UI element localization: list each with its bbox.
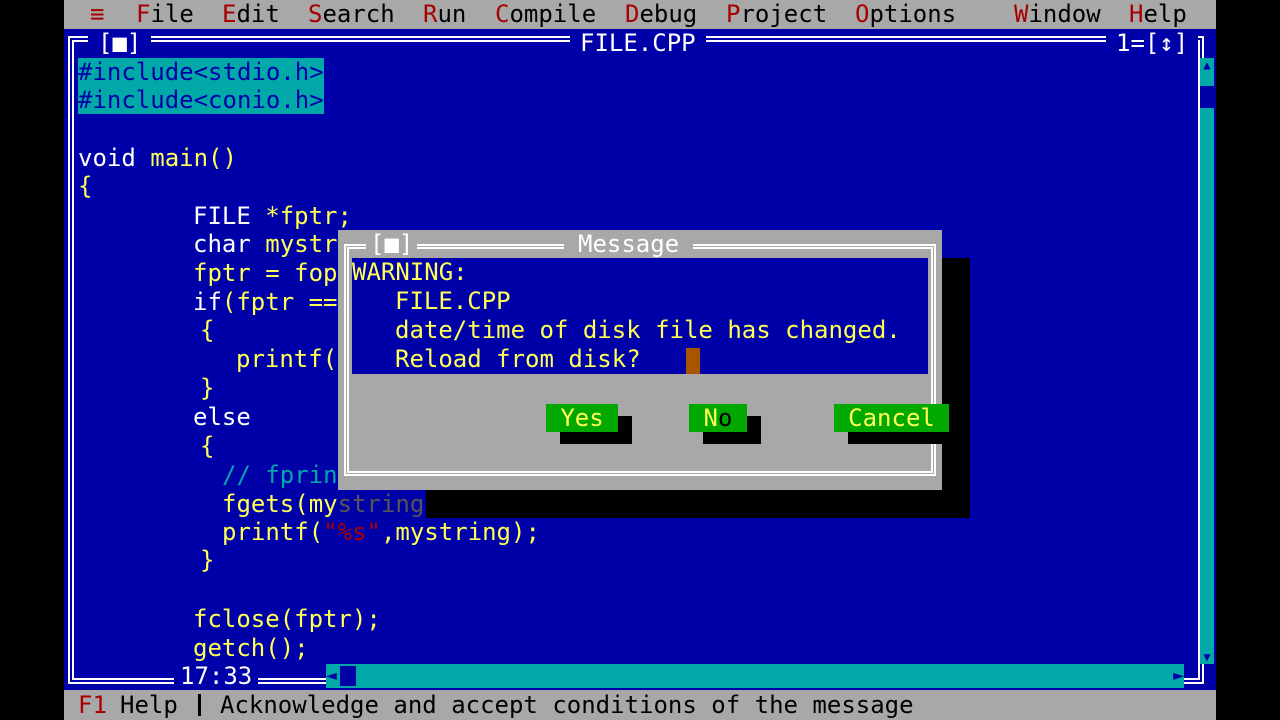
code-line-7: char mystr bbox=[193, 230, 338, 258]
horizontal-scrollbar[interactable]: ◄ ► bbox=[326, 664, 1184, 688]
code-line-14: { bbox=[200, 432, 215, 460]
menu-options[interactable]: Options bbox=[855, 0, 956, 29]
code-line-21: getch(); bbox=[193, 634, 309, 662]
code-line-2: #include<conio.h> bbox=[78, 86, 324, 114]
status-help-label[interactable]: Help bbox=[120, 690, 178, 720]
scroll-down-icon[interactable]: ▼ bbox=[1200, 650, 1214, 664]
code-line-6: FILE *fptr; bbox=[193, 202, 352, 230]
code-line-13: else bbox=[193, 403, 251, 431]
menu-bar: ≡ File Edit Search Run Compile Debug Pro… bbox=[64, 0, 1216, 29]
system-menu-icon[interactable]: ≡ bbox=[90, 0, 104, 29]
dialog-close-button[interactable]: [■] bbox=[366, 230, 418, 258]
status-divider bbox=[198, 694, 201, 716]
yes-button[interactable]: Yes bbox=[546, 404, 618, 432]
turbo-cpp-screen: ≡ File Edit Search Run Compile Debug Pro… bbox=[64, 0, 1216, 720]
code-line-1: #include<stdio.h> bbox=[78, 58, 324, 86]
menu-file[interactable]: File bbox=[136, 0, 194, 29]
code-line-17: printf("%s",mystring); bbox=[222, 518, 540, 546]
cancel-button[interactable]: Cancel bbox=[834, 404, 949, 432]
vertical-scrollbar[interactable]: ▲ ▼ bbox=[1200, 58, 1214, 664]
menu-project[interactable]: Project bbox=[726, 0, 827, 29]
dialog-message: WARNING: FILE.CPP date/time of disk file… bbox=[352, 258, 928, 374]
window-close-button[interactable]: [■] bbox=[88, 29, 152, 57]
menu-help[interactable]: Help bbox=[1129, 0, 1187, 29]
scroll-left-icon[interactable]: ◄ bbox=[326, 664, 337, 688]
window-title: FILE.CPP bbox=[570, 29, 706, 57]
horizontal-scroll-thumb[interactable] bbox=[340, 666, 356, 686]
cursor-position: 17:33 bbox=[174, 662, 259, 690]
dialog-message-line-2: date/time of disk file has changed. bbox=[395, 316, 901, 344]
code-line-15: // fprin bbox=[222, 461, 338, 489]
code-line-4: void main() bbox=[78, 144, 237, 172]
dialog-title: Message bbox=[564, 230, 694, 258]
scroll-right-icon[interactable]: ► bbox=[1173, 664, 1184, 688]
code-line-18: } bbox=[200, 546, 215, 574]
status-line: F1 Help Acknowledge and accept condition… bbox=[64, 690, 1216, 720]
text-cursor bbox=[686, 348, 700, 374]
message-dialog: [■] Message WARNING: FILE.CPP date/time … bbox=[338, 230, 963, 490]
code-line-20: fclose(fptr); bbox=[193, 605, 381, 633]
code-line-5: { bbox=[78, 172, 93, 200]
no-button[interactable]: No bbox=[689, 404, 747, 432]
dialog-warning: WARNING: bbox=[352, 258, 468, 286]
menu-debug[interactable]: Debug bbox=[625, 0, 697, 29]
menu-window[interactable]: Window bbox=[1014, 0, 1101, 29]
code-line-12: } bbox=[200, 374, 215, 402]
code-line-9: if(fptr == bbox=[193, 288, 338, 316]
menu-compile[interactable]: Compile bbox=[495, 0, 596, 29]
window-zoom-button[interactable]: 1=[↕] bbox=[1106, 29, 1199, 57]
menu-run[interactable]: Run bbox=[423, 0, 466, 29]
dialog-message-line-3: Reload from disk? bbox=[395, 345, 641, 373]
status-message: Acknowledge and accept conditions of the… bbox=[220, 691, 914, 719]
menu-edit[interactable]: Edit bbox=[222, 0, 280, 29]
code-line-11: printf( bbox=[236, 345, 338, 373]
status-help-key[interactable]: F1 bbox=[78, 690, 107, 720]
menu-search[interactable]: Search bbox=[308, 0, 395, 29]
code-line-10: { bbox=[200, 316, 215, 344]
dialog-file-name: FILE.CPP bbox=[395, 287, 511, 315]
vertical-scroll-thumb[interactable] bbox=[1200, 86, 1214, 108]
scroll-up-icon[interactable]: ▲ bbox=[1200, 58, 1214, 72]
code-line-8: fptr = fop bbox=[193, 259, 338, 287]
